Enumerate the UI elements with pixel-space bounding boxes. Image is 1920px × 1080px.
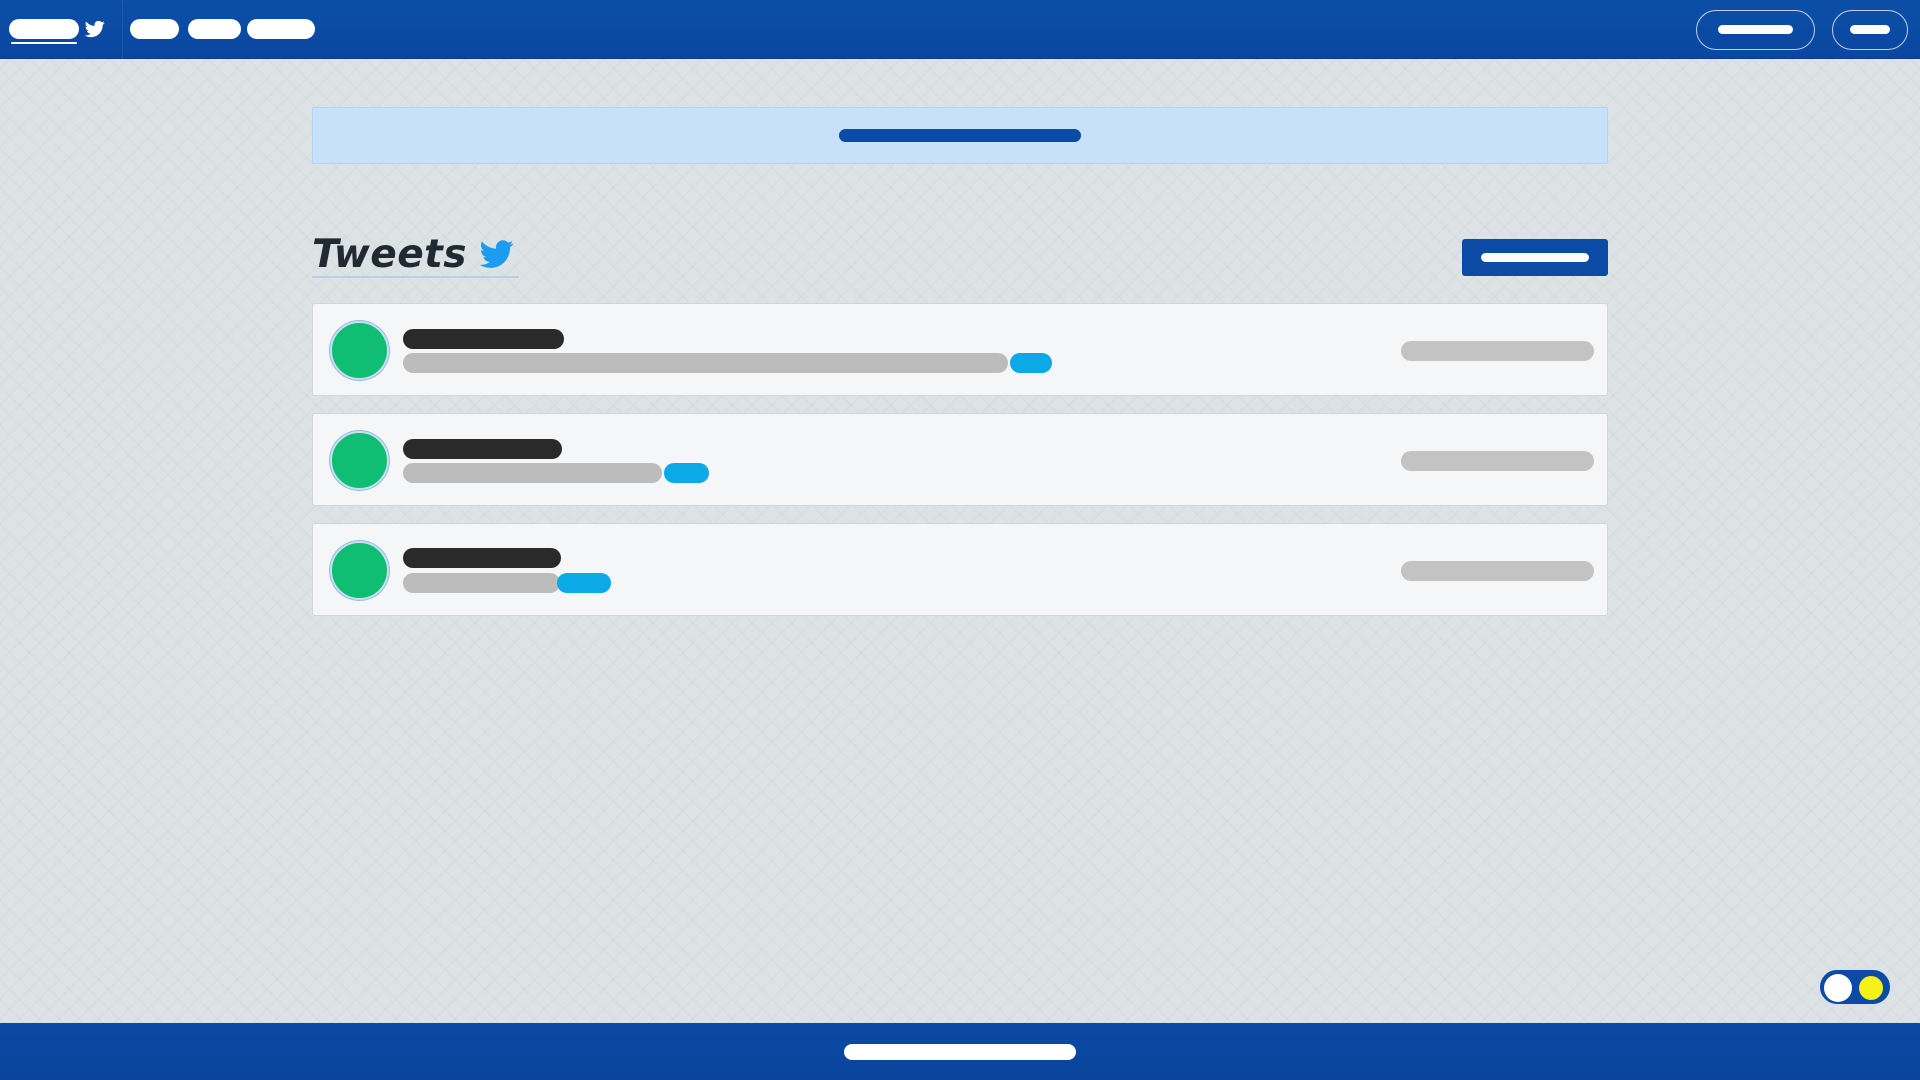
tweet-author[interactable] <box>403 329 564 349</box>
signup-button[interactable] <box>1696 9 1815 50</box>
twitter-bird-icon <box>84 20 105 38</box>
avatar[interactable] <box>330 321 389 380</box>
tweet-timestamp <box>1401 451 1594 471</box>
avatar[interactable] <box>330 431 389 490</box>
login-button-label <box>1850 25 1890 34</box>
tweet-author[interactable] <box>403 439 562 459</box>
page-heading: Tweets <box>312 231 520 278</box>
nav-link-1[interactable] <box>130 19 179 39</box>
tweet-card[interactable] <box>312 413 1608 506</box>
tweet-author[interactable] <box>403 548 561 568</box>
tweet-text <box>403 353 1008 373</box>
login-button[interactable] <box>1832 9 1908 50</box>
footer <box>0 1023 1920 1080</box>
brand-name <box>9 19 79 44</box>
toggle-knob <box>1824 974 1852 1002</box>
banner-text <box>839 129 1081 142</box>
theme-toggle[interactable] <box>1818 968 1892 1006</box>
tweet-card[interactable] <box>312 523 1608 616</box>
new-tweet-button-label <box>1481 253 1589 262</box>
tweet-hashtag[interactable] <box>664 463 709 483</box>
sun-icon <box>1859 976 1883 1000</box>
tweet-timestamp <box>1401 561 1594 581</box>
nav-links <box>123 0 315 59</box>
tweet-card[interactable] <box>312 303 1608 396</box>
avatar[interactable] <box>330 541 389 600</box>
twitter-bird-icon <box>479 240 514 268</box>
tweet-hashtag[interactable] <box>1010 353 1052 373</box>
footer-text <box>844 1043 1076 1060</box>
page-title: Tweets <box>312 231 468 277</box>
signup-button-label <box>1718 25 1793 34</box>
nav-link-2[interactable] <box>188 19 241 39</box>
brand-link[interactable] <box>9 0 106 59</box>
tweet-text <box>403 463 662 483</box>
info-banner <box>312 107 1608 164</box>
top-navbar <box>0 0 1920 59</box>
tweet-timestamp <box>1401 341 1594 361</box>
tweet-text <box>403 573 560 593</box>
tweet-hashtag[interactable] <box>557 573 611 593</box>
new-tweet-button[interactable] <box>1462 239 1608 276</box>
nav-actions <box>1696 0 1908 59</box>
nav-link-3[interactable] <box>247 19 315 39</box>
